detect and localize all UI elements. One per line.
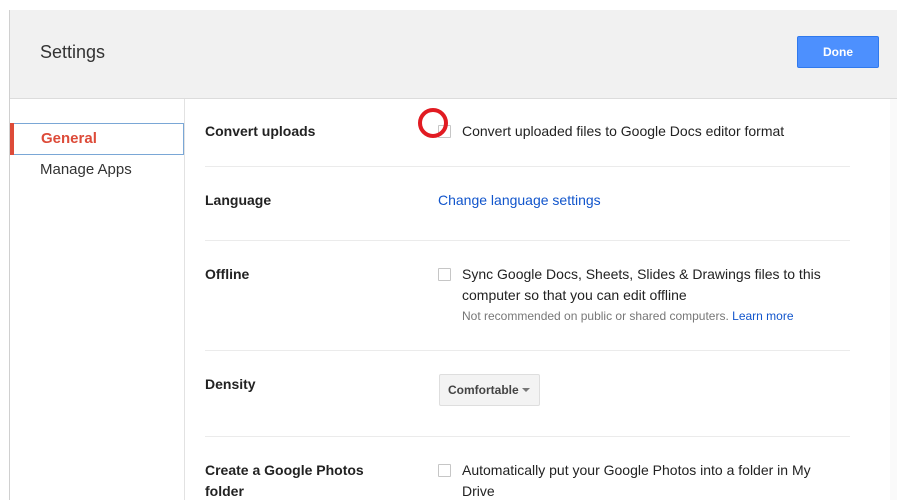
sidebar-item-label: Manage Apps <box>40 161 132 178</box>
divider <box>205 240 850 241</box>
language-label: Language <box>205 192 272 208</box>
sidebar-item-manage-apps[interactable]: Manage Apps <box>10 155 182 185</box>
density-select-value: Comfortable <box>448 383 519 397</box>
photos-label-line1: Create a Google Photos <box>205 462 364 478</box>
convert-uploads-label: Convert uploads <box>205 123 316 139</box>
divider <box>205 166 850 167</box>
offline-checkbox[interactable] <box>438 268 451 281</box>
learn-more-link[interactable]: Learn more <box>732 309 793 323</box>
dialog-header: Settings Done <box>10 10 897 99</box>
done-button[interactable]: Done <box>797 36 879 68</box>
divider <box>205 350 850 351</box>
photos-checkbox[interactable] <box>438 464 451 477</box>
offline-text-line2: computer so that you can edit offline <box>462 287 687 303</box>
sidebar-item-label: General <box>41 130 97 147</box>
divider <box>205 436 850 437</box>
photos-text-line2: Drive <box>462 483 495 499</box>
photos-label-line2: folder <box>205 483 244 499</box>
settings-dialog: Settings Done General Manage Apps <box>9 10 897 500</box>
offline-hint: Not recommended on public or shared comp… <box>462 309 794 323</box>
convert-uploads-text: Convert uploaded files to Google Docs ed… <box>462 123 785 139</box>
settings-sidebar: General Manage Apps <box>10 99 185 500</box>
photos-text-line1: Automatically put your Google Photos int… <box>462 462 811 478</box>
background-page-strip <box>0 0 897 10</box>
selected-indicator <box>10 123 14 155</box>
change-language-link[interactable]: Change language settings <box>438 190 601 211</box>
dialog-title: Settings <box>40 42 106 62</box>
sidebar-item-general[interactable]: General <box>10 123 184 155</box>
offline-text-line1: Sync Google Docs, Sheets, Slides & Drawi… <box>462 266 821 282</box>
highlight-circle <box>418 108 448 138</box>
offline-hint-text: Not recommended on public or shared comp… <box>462 309 729 323</box>
scrollbar-track[interactable] <box>890 99 897 500</box>
density-select[interactable]: Comfortable <box>439 374 540 406</box>
offline-label: Offline <box>205 266 250 282</box>
chevron-down-icon <box>522 388 530 392</box>
density-label: Density <box>205 376 256 392</box>
